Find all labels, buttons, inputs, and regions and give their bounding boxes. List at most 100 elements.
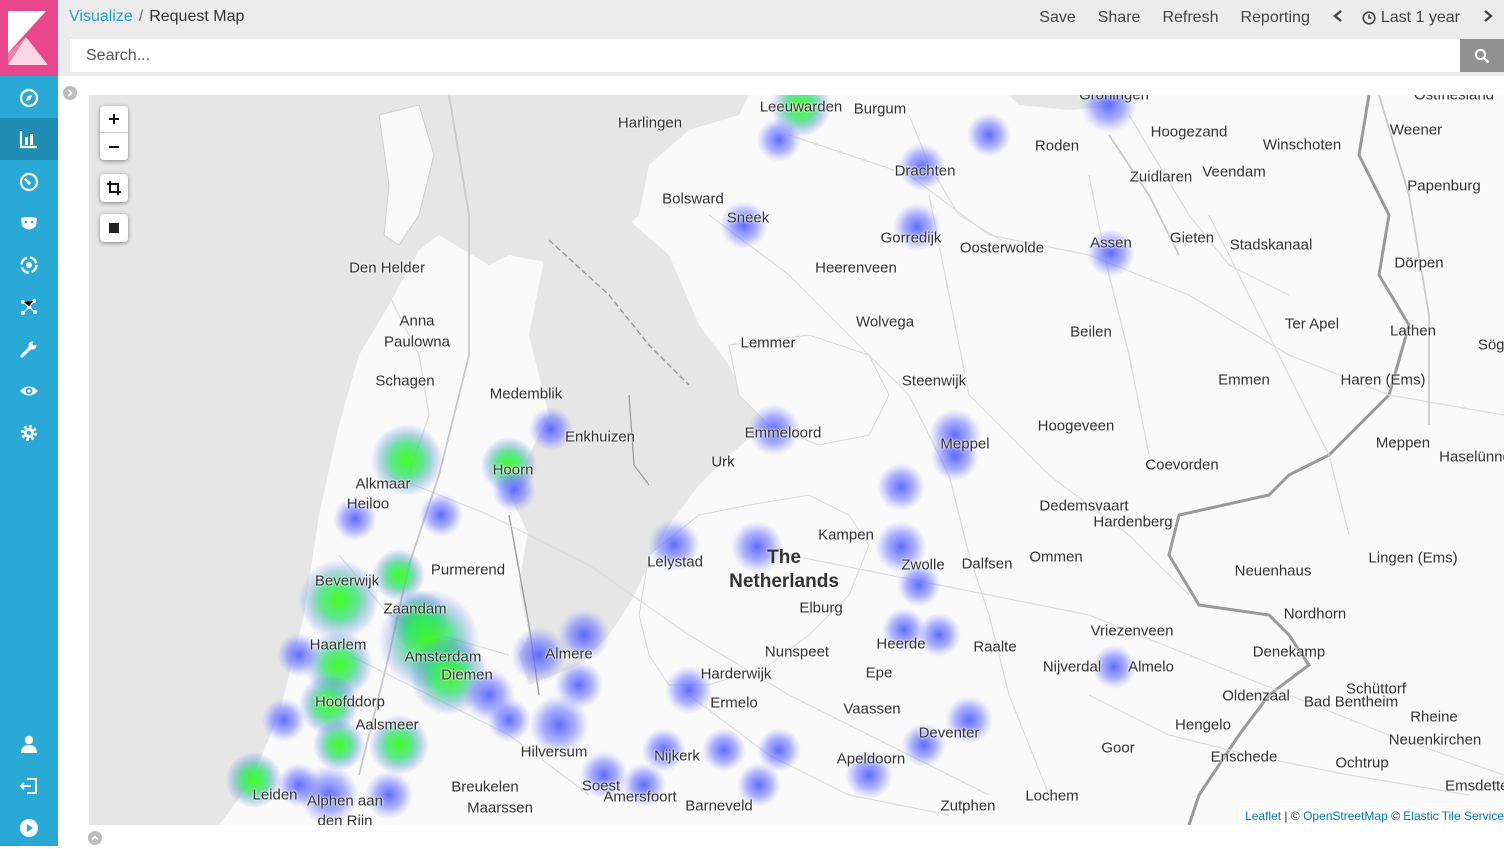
breadcrumb-visualize-link[interactable]: Visualize [69,8,133,25]
sidebar-item-dev-tools[interactable] [0,328,58,370]
timelion-icon [21,217,37,230]
city-label: Ermelo [710,694,758,712]
kibana-logo[interactable] [0,0,58,76]
sidebar-item-user[interactable] [0,723,58,765]
city-label: Stadskanaal [1229,236,1313,254]
city-label: Rheine [1410,708,1458,726]
city-label: Beverwijk [314,572,380,590]
city-label: Bolsward [662,190,724,208]
city-label: Raalte [973,638,1017,656]
sidebar-item-timelion[interactable] [0,203,58,245]
time-forward-button[interactable] [1482,9,1494,28]
time-back-button[interactable] [1332,9,1344,28]
country-label: The Netherlands [729,546,839,594]
fit-bounds-button[interactable] [100,174,128,202]
chevron-right-icon [1484,9,1493,22]
sidebar-item-visualize[interactable] [0,118,58,160]
country-label-line-2: Netherlands [729,571,839,592]
share-button[interactable]: Share [1098,9,1141,27]
kibana-logo-icon [8,11,48,65]
time-picker[interactable]: Last 1 year [1362,9,1460,27]
city-label: Diemen [441,666,493,684]
collapse-sidebar-toggle[interactable] [63,86,77,100]
map-container[interactable]: The Netherlands Leeuwarden Burgum Harlin… [89,95,1504,825]
save-button[interactable]: Save [1039,9,1075,27]
sidebar-item-machine-learning[interactable] [0,244,58,286]
sidebar-item-management[interactable] [0,412,58,454]
zoom-in-button[interactable] [100,106,128,133]
sidebar-item-dashboard[interactable] [0,161,58,203]
city-label: Coevorden [1145,456,1219,474]
sidebar-item-discover[interactable] [0,77,58,119]
minus-icon [109,145,119,148]
city-label: Apeldoorn [836,750,906,768]
breadcrumb-separator: / [138,8,144,25]
city-label: Leiden [252,786,298,804]
zoom-out-button[interactable] [100,133,128,160]
city-label: Medemblik [489,385,563,403]
city-label: Wolvega [855,313,915,331]
chevron-left-icon [1332,9,1342,22]
attribution-separator-2: © [1387,809,1404,823]
compass-icon [19,88,39,108]
city-label: Oosterwolde [959,239,1045,257]
city-label: Sögel [1477,336,1504,354]
sidebar-item-graph[interactable] [0,286,58,328]
refresh-button[interactable]: Refresh [1162,9,1218,27]
city-label: Amersfoort [603,788,677,806]
elastic-tile-service-link[interactable]: Elastic Tile Service [1403,809,1504,823]
user-icon [21,735,37,753]
city-label: Leeuwarden [759,98,843,116]
city-label: Enschede [1210,748,1278,766]
city-label: Winschoten [1262,136,1342,154]
city-label: Papenburg [1407,177,1481,195]
city-label: Emmen [1218,371,1270,389]
city-label: Goor [1101,739,1135,757]
city-label: Hardenberg [1093,513,1173,531]
search-icon [1474,48,1490,63]
city-label: Ter Apel [1284,315,1340,333]
city-label: Zuidlaren [1129,168,1193,186]
city-label: Almelo [1128,658,1174,676]
city-label: Lelystad [647,553,703,571]
city-label: Emmeloord [744,424,822,442]
city-label: Denekamp [1252,643,1326,661]
search-input[interactable] [70,39,1460,72]
city-label: Assen [1090,234,1132,252]
sidebar-collapse-button[interactable] [0,807,58,849]
chevron-up-icon [91,835,99,841]
sidebar-item-logout[interactable] [0,765,58,807]
page-title: Request Map [149,8,245,25]
city-label: Haselünne [1439,448,1504,466]
city-label: Maarssen [467,799,533,817]
chevron-right-icon [67,89,73,97]
time-range-label: Last 1 year [1380,9,1460,26]
city-label: Kampen [818,526,874,544]
city-label: Harlingen [617,114,683,132]
city-label: Hoogeveen [1037,417,1115,435]
city-label: Hilversum [520,743,588,761]
city-label: Emsdetten [1445,777,1504,795]
city-label: Aalsmeer [355,716,419,734]
city-label: Sneek [726,209,770,227]
openstreetmap-link[interactable]: OpenStreetMap [1303,809,1388,823]
draw-rectangle-button[interactable] [100,214,128,242]
reporting-button[interactable]: Reporting [1240,9,1309,27]
city-label: Heerenveen [815,259,897,277]
search-button[interactable] [1460,39,1504,72]
sidebar-item-monitoring[interactable] [0,370,58,412]
logout-icon [19,778,37,794]
city-label: Gorredijk [880,229,942,247]
leaflet-link[interactable]: Leaflet [1245,809,1281,823]
city-label: Dalfsen [961,555,1013,573]
city-label: Drachten [894,162,956,180]
machine-learning-icon [20,256,38,274]
collapse-spy-panel-toggle[interactable] [88,831,102,845]
city-label: Zaandam [383,600,447,618]
search-bar [58,36,1504,76]
city-label: Veendam [1202,163,1266,181]
city-label: Neuenhaus [1234,562,1312,580]
eye-icon [20,386,38,396]
dashboard-gauge-icon [19,172,39,192]
city-label: Schagen [375,372,435,390]
